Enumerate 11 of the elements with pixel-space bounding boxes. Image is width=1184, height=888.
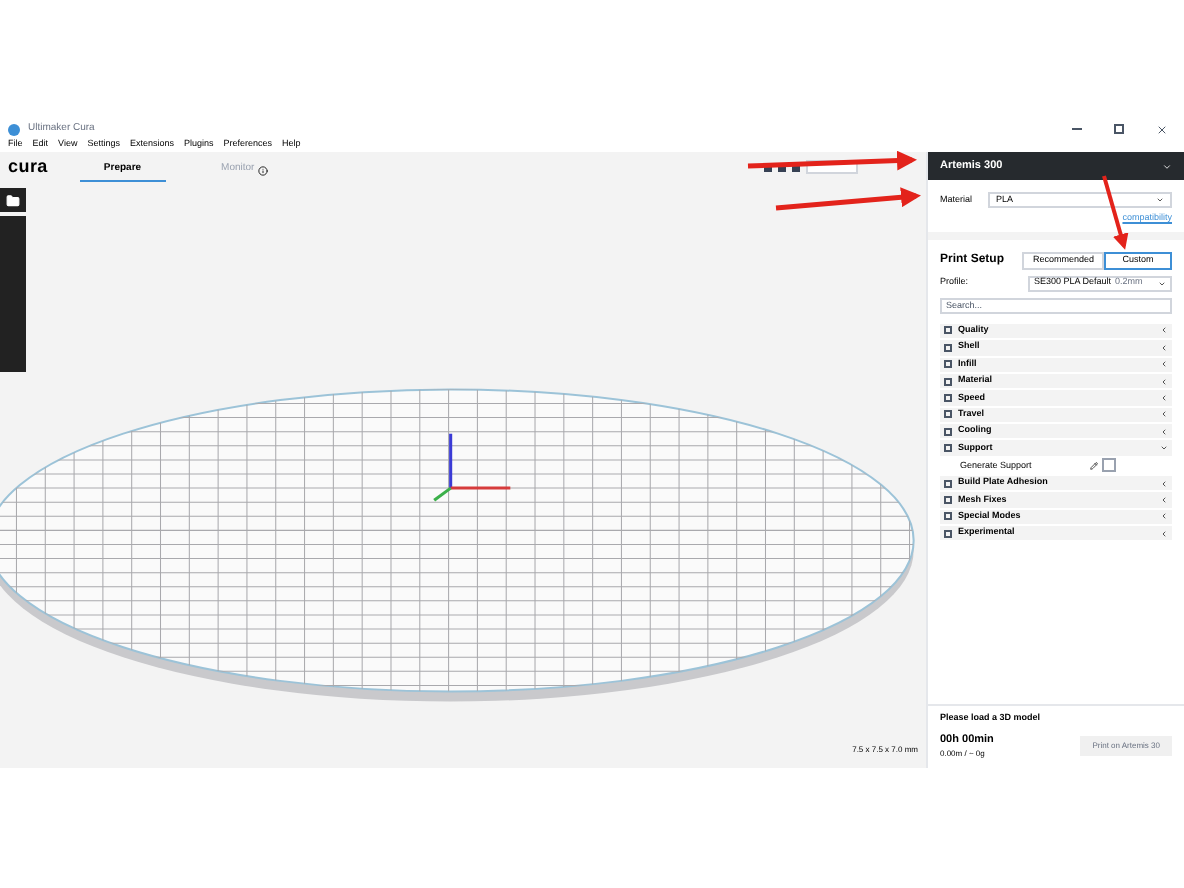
cura-logo: cura — [8, 158, 48, 176]
pencil-icon — [1090, 461, 1098, 470]
checkbox[interactable] — [1102, 458, 1116, 473]
info-icon — [258, 165, 269, 175]
open-file-button[interactable] — [0, 188, 26, 212]
close-icon[interactable] — [1156, 123, 1168, 135]
folder-icon — [6, 193, 20, 207]
chevron-icon — [1162, 161, 1172, 171]
axis-gizmo-drawing — [433, 433, 511, 502]
maximize-icon[interactable] — [1114, 124, 1124, 134]
app-icon — [8, 123, 20, 135]
